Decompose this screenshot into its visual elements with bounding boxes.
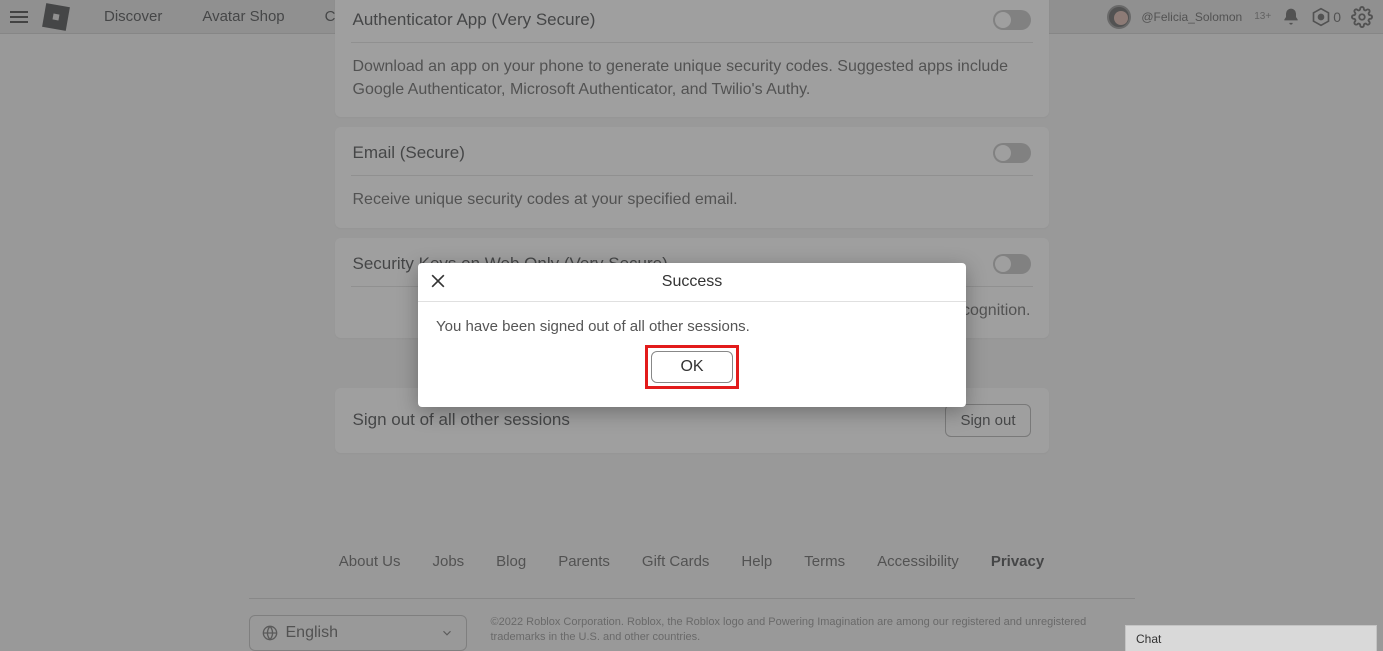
chat-widget[interactable]: Chat	[1125, 625, 1377, 651]
chat-label: Chat	[1136, 632, 1161, 646]
modal-message: You have been signed out of all other se…	[418, 302, 966, 339]
ok-highlight: OK	[645, 345, 738, 389]
ok-button[interactable]: OK	[651, 351, 732, 383]
modal-title: Success	[662, 273, 722, 290]
close-icon[interactable]	[428, 271, 450, 293]
success-modal: Success You have been signed out of all …	[418, 263, 966, 407]
